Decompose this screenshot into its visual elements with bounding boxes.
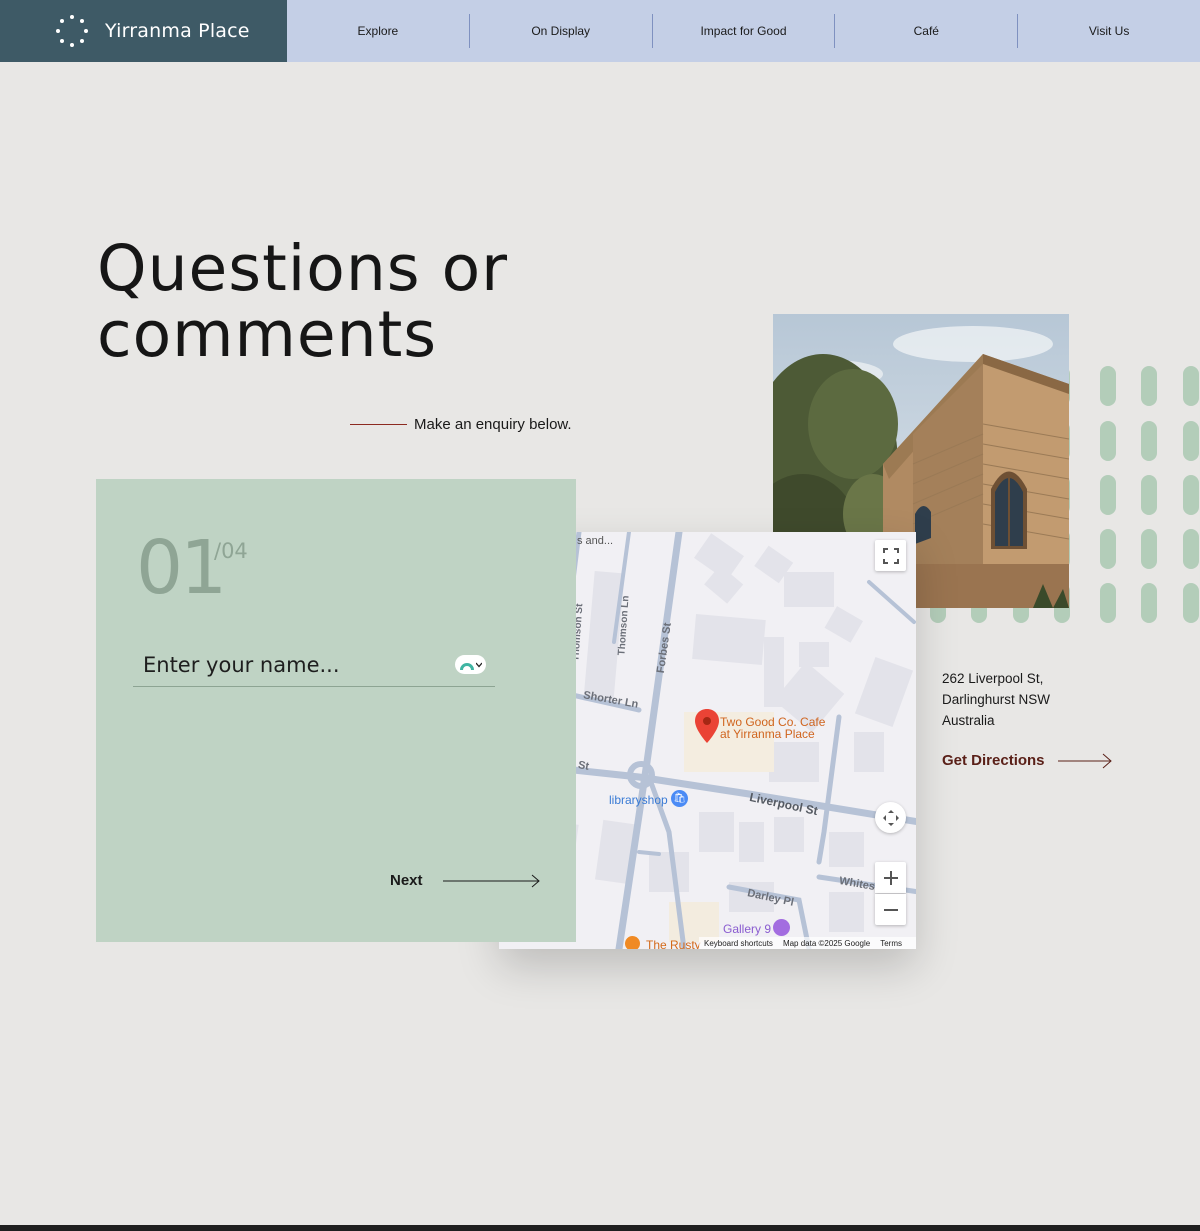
map-poi-libraryshop[interactable]: libraryshop bbox=[609, 793, 668, 807]
get-directions-label: Get Directions bbox=[942, 752, 1045, 769]
decorative-pill bbox=[1100, 421, 1116, 461]
decorative-pill bbox=[1183, 583, 1199, 623]
decorative-pill bbox=[1141, 421, 1157, 461]
fullscreen-icon bbox=[882, 547, 899, 564]
shopping-bag-icon: 🛍 bbox=[671, 790, 688, 807]
map-label-st: St bbox=[577, 759, 590, 773]
address-line1: 262 Liverpool St, bbox=[942, 671, 1044, 686]
page-title-line1: Questions or bbox=[97, 232, 509, 305]
map-data-attribution: Map data ©2025 Google bbox=[782, 938, 871, 948]
page-title: Questions or comments bbox=[97, 236, 508, 368]
decorative-pill bbox=[1100, 475, 1116, 515]
decorative-pill bbox=[1183, 475, 1199, 515]
decorative-pill bbox=[1100, 583, 1116, 623]
nav-item-impact-for-good[interactable]: Impact for Good bbox=[651, 14, 835, 48]
name-input[interactable] bbox=[133, 643, 495, 687]
map-attribution-bar: Keyboard shortcuts Map data ©2025 Google… bbox=[699, 937, 916, 949]
map-label-top-fragment: s and... bbox=[577, 535, 614, 547]
chevron-down-icon bbox=[476, 662, 482, 667]
terms-link[interactable]: Terms bbox=[880, 939, 902, 948]
map-zoom-out-button[interactable] bbox=[875, 894, 906, 925]
map-poi-rusty[interactable]: The Rusty bbox=[646, 938, 701, 949]
accent-rule bbox=[350, 424, 407, 425]
decorative-pill bbox=[1141, 366, 1157, 406]
map-fullscreen-button[interactable] bbox=[875, 540, 906, 571]
map-place-line2: at Yirranma Place bbox=[720, 727, 815, 741]
gallery-icon bbox=[773, 919, 790, 936]
minus-icon bbox=[883, 908, 898, 911]
decorative-pill bbox=[1100, 366, 1116, 406]
address-block: 262 Liverpool St, Darlinghurst NSW Austr… bbox=[942, 668, 1050, 731]
camera-control-icon bbox=[882, 809, 899, 826]
nav-item-cafe[interactable]: Café bbox=[834, 14, 1017, 48]
map-place-label[interactable]: Two Good Co. Cafe at Yirranma Place bbox=[720, 716, 825, 740]
get-directions-link[interactable]: Get Directions bbox=[942, 752, 1114, 769]
next-button[interactable]: Next bbox=[390, 872, 541, 889]
password-manager-icon bbox=[460, 662, 474, 670]
arrow-right-icon bbox=[1057, 753, 1112, 768]
next-label: Next bbox=[390, 872, 423, 889]
nav-item-visit-us[interactable]: Visit Us bbox=[1017, 14, 1200, 48]
page-bottom-edge bbox=[0, 1225, 1200, 1231]
decorative-pill bbox=[1141, 529, 1157, 569]
cafe-icon bbox=[625, 936, 640, 949]
enquiry-form-card: 01 /04 Next bbox=[96, 479, 576, 942]
main-nav: Explore On Display Impact for Good Café … bbox=[287, 0, 1200, 62]
decorative-pill bbox=[1100, 529, 1116, 569]
nav-item-explore[interactable]: Explore bbox=[287, 14, 469, 48]
page-title-line2: comments bbox=[97, 298, 438, 371]
decorative-pill bbox=[1141, 475, 1157, 515]
map-rotate-button[interactable] bbox=[875, 802, 906, 833]
nav-item-on-display[interactable]: On Display bbox=[468, 14, 652, 48]
brand-logo[interactable]: Yirranma Place bbox=[0, 0, 287, 62]
decorative-pill bbox=[1183, 366, 1199, 406]
password-manager-badge[interactable] bbox=[455, 655, 486, 674]
map-zoom-in-button[interactable] bbox=[875, 862, 906, 893]
map-poi-gallery9[interactable]: Gallery 9 bbox=[723, 922, 771, 936]
brand-name: Yirranma Place bbox=[105, 20, 250, 42]
site-header: Yirranma Place Explore On Display Impact… bbox=[0, 0, 1200, 62]
enquiry-text: Make an enquiry below. bbox=[414, 416, 572, 433]
address-line3: Australia bbox=[942, 713, 995, 728]
map-pin-icon[interactable] bbox=[695, 709, 719, 743]
step-number: 01 bbox=[136, 525, 227, 611]
logo-dots-icon bbox=[56, 15, 88, 47]
arrow-right-icon bbox=[442, 874, 540, 887]
enquiry-intro: Make an enquiry below. bbox=[350, 416, 572, 433]
plus-icon bbox=[883, 870, 898, 885]
decorative-pill bbox=[1183, 529, 1199, 569]
keyboard-shortcuts-link[interactable]: Keyboard shortcuts bbox=[704, 939, 773, 948]
decorative-pill bbox=[1183, 421, 1199, 461]
step-total: /04 bbox=[214, 539, 248, 563]
address-line2: Darlinghurst NSW bbox=[942, 692, 1051, 707]
decorative-pill bbox=[1141, 583, 1157, 623]
